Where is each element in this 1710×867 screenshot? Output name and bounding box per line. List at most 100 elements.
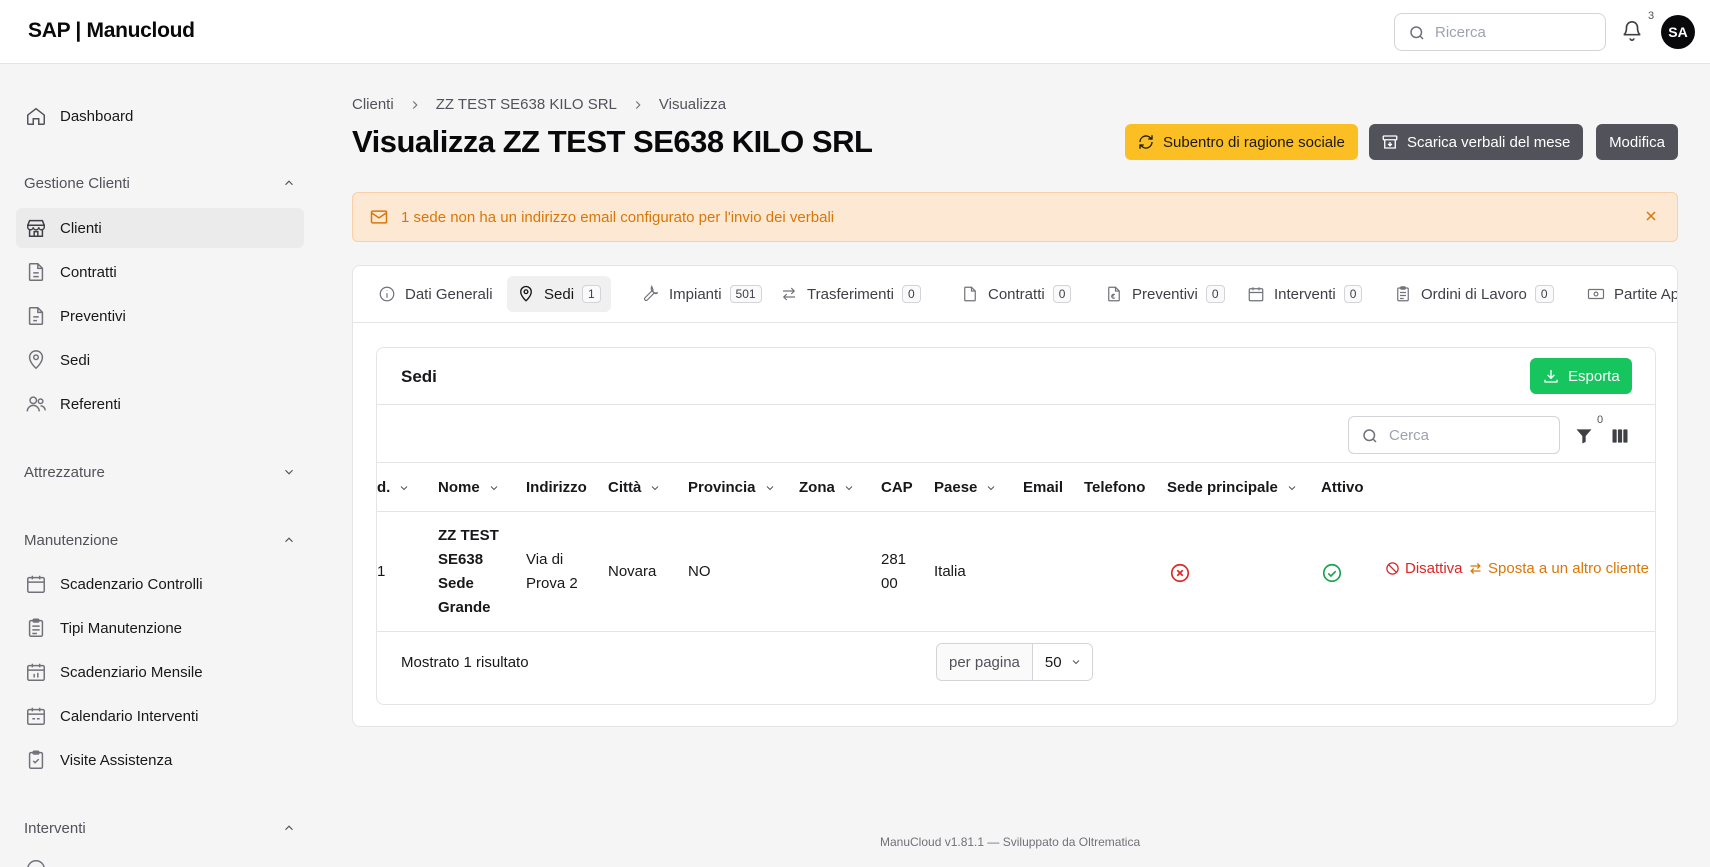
tab-dati-generali[interactable]: Dati Generali [368,276,503,312]
tab-impianti[interactable]: Impianti 501 [632,276,772,312]
map-pin-icon [517,285,535,303]
breadcrumb-clienti[interactable]: Clienti [352,96,394,113]
tab-preventivi[interactable]: Preventivi 0 [1095,276,1235,312]
sidebar-item-dashboard[interactable]: Dashboard [16,96,304,136]
sidebar-item-contratti[interactable]: Contratti [16,252,304,292]
cell-line: Grande [438,599,491,616]
column-header-nome[interactable]: Nome [438,479,500,496]
sposta-cliente-button[interactable]: Sposta a un altro cliente [1468,560,1649,577]
sidebar-group-manutenzione[interactable]: Manutenzione [24,528,296,552]
clipboard-icon [1394,285,1412,303]
breadcrumb-cliente[interactable]: ZZ TEST SE638 KILO SRL [436,96,617,113]
download-icon [1542,367,1560,385]
breadcrumb: Clienti ZZ TEST SE638 KILO SRL Visualizz… [352,96,726,113]
chevron-down-icon [985,482,997,494]
table-search-input[interactable] [1389,425,1549,445]
cell-id: 1 [377,563,386,580]
tab-interventi[interactable]: Interventi 0 [1237,276,1372,312]
tab-label: Contratti [988,285,1045,303]
tab-label: Partite Ape [1614,285,1677,303]
panel-header: Sedi Esporta [377,348,1655,405]
result-count: Mostrato 1 risultato [401,654,529,671]
tab-count-badge: 1 [582,285,601,303]
sidebar-item-referenti[interactable]: Referenti [16,384,304,424]
column-header-zona[interactable]: Zona [799,479,855,496]
column-header-provincia[interactable]: Provincia [688,479,776,496]
sposta-label: Sposta a un altro cliente [1488,560,1649,577]
tab-count-badge: 0 [1534,285,1554,303]
sidebar-group-attrezzature[interactable]: Attrezzature [24,460,296,484]
cell-indirizzo: Via di Prova 2 [526,548,578,596]
sidebar-item-label: Sedi [60,351,91,369]
sidebar-item-tipi-manutenzione[interactable]: Tipi Manutenzione [16,608,304,648]
table-row[interactable]: 1 ZZ TEST SE638 Sede Grande Via di Prova… [377,512,1655,632]
disattiva-button[interactable]: Disattiva [1385,560,1463,577]
table-search[interactable] [1348,416,1560,454]
sidebar-item-calendario-interventi[interactable]: Calendario Interventi [16,696,304,736]
sidebar-item-sedi[interactable]: Sedi [16,340,304,380]
global-search[interactable] [1394,13,1606,51]
sidebar-group-gestione-clienti[interactable]: Gestione Clienti [24,171,296,195]
column-header-citta[interactable]: Città [608,479,661,496]
column-header-cap: CAP [881,479,913,496]
tab-label: Impianti [669,285,722,303]
document-icon [25,305,47,327]
avatar[interactable]: SA [1661,15,1695,49]
sidebar-item-preventivi[interactable]: Preventivi [16,296,304,336]
sidebar-item-scadenziario-mensile[interactable]: Scadenziario Mensile [16,652,304,692]
chevron-down-icon [398,482,410,494]
app-logo[interactable]: SAP | Manucloud [28,19,195,43]
cell-line: 281 [881,551,907,568]
subentro-button[interactable]: Subentro di ragione sociale [1125,124,1358,160]
cell-nome[interactable]: ZZ TEST SE638 Sede Grande [438,524,499,620]
column-label: Provincia [688,479,756,496]
client-detail-card: Dati Generali Sedi 1 Impianti 501 Trasfe… [352,265,1678,727]
export-button[interactable]: Esporta [1530,358,1632,394]
sidebar-item-visite-assistenza[interactable]: Visite Assistenza [16,740,304,780]
cell-paese: Italia [934,563,966,580]
tab-label: Preventivi [1132,285,1198,303]
home-icon [25,105,47,127]
sidebar-item-label: Preventivi [60,307,126,325]
modifica-button[interactable]: Modifica [1596,124,1678,160]
mail-icon [369,207,389,227]
column-header-sede-principale[interactable]: Sede principale [1167,479,1298,496]
sidebar-item-clienti[interactable]: Clienti [16,208,304,248]
sidebar-item-scadenzario-controlli[interactable]: Scadenzario Controlli [16,564,304,604]
sidebar-item-label: Scadenziario Mensile [60,663,203,681]
scarica-verbali-button[interactable]: Scarica verbali del mese [1369,124,1583,160]
arrows-icon [1468,561,1483,576]
refresh-icon [1137,133,1155,151]
column-header-id[interactable]: d. [377,479,410,496]
table-toolbar: 0 [377,405,1655,463]
per-page-select[interactable]: 50 [1032,644,1092,680]
tab-count-badge: 501 [729,285,762,303]
calendar-icon [25,573,47,595]
sidebar-group-interventi[interactable]: Interventi [24,816,296,840]
close-icon[interactable] [1643,208,1659,228]
global-search-input[interactable] [1435,22,1595,42]
sidebar-group-label: Interventi [24,819,86,837]
tab-trasferimenti[interactable]: Trasferimenti 0 [770,276,931,312]
bell-icon[interactable] [1621,20,1643,42]
sidebar-item-label: Contratti [60,263,117,281]
filter-icon[interactable] [1574,426,1594,446]
notification-count: 3 [1648,10,1655,22]
tab-contratti[interactable]: Contratti 0 [951,276,1081,312]
chevron-up-icon [285,180,293,186]
export-label: Esporta [1568,367,1620,385]
tab-sedi[interactable]: Sedi 1 [507,276,611,312]
column-header-paese[interactable]: Paese [934,479,997,496]
map-pin-icon [25,349,47,371]
column-header-attivo: Attivo [1321,479,1364,496]
chevron-down-icon [1070,656,1082,668]
table-footer: Mostrato 1 risultato per pagina 50 [377,632,1655,704]
cell-line: Prova 2 [526,575,578,592]
column-label: Nome [438,479,480,496]
tab-partite-aperte[interactable]: Partite Ape [1577,276,1677,312]
columns-icon[interactable] [1610,426,1630,446]
column-header-email: Email [1023,479,1063,496]
tab-ordini-di-lavoro[interactable]: Ordini di Lavoro 0 [1384,276,1564,312]
tab-count-badge: 0 [1205,285,1225,303]
column-label: Zona [799,479,835,496]
